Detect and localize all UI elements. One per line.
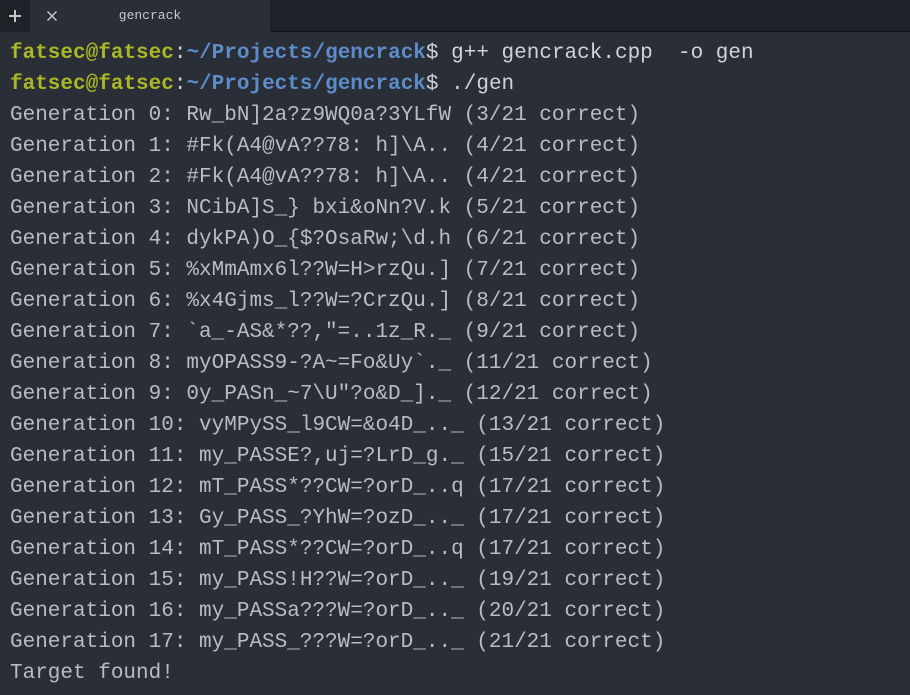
prompt-at: @ <box>86 73 99 96</box>
output-line: Generation 17: my_PASS_???W=?orD_.._ (21… <box>10 627 900 658</box>
command-text: ./gen <box>451 73 514 96</box>
output-line: Generation 1: #Fk(A4@vA??78: h]\A.. (4/2… <box>10 131 900 162</box>
prompt-at: @ <box>86 42 99 65</box>
prompt-user: fatsec <box>10 73 86 96</box>
output-line: Generation 13: Gy_PASS_?YhW=?ozD_.._ (17… <box>10 503 900 534</box>
prompt-host: fatsec <box>98 73 174 96</box>
prompt-user: fatsec <box>10 42 86 65</box>
command-text: g++ gencrack.cpp -o gen <box>451 42 753 65</box>
output-line: Generation 16: my_PASSa???W=?orD_.._ (20… <box>10 596 900 627</box>
output-line: Generation 0: Rw_bN]2a?z9WQ0a?3YLfW (3/2… <box>10 100 900 131</box>
output-line: Generation 6: %x4Gjms_l??W=?CrzQu.] (8/2… <box>10 286 900 317</box>
output-line: Generation 3: NCibA]S_} bxi&oNn?V.k (5/2… <box>10 193 900 224</box>
tab-bar: gencrack <box>0 0 910 32</box>
close-icon <box>47 11 57 21</box>
prompt-path: ~/Projects/gencrack <box>186 73 425 96</box>
prompt-path: ~/Projects/gencrack <box>186 42 425 65</box>
output-line: Generation 9: 0y_PASn_~7\U"?o&D_]._ (12/… <box>10 379 900 410</box>
terminal-content[interactable]: fatsec@fatsec:~/Projects/gencrack$ g++ g… <box>0 32 910 695</box>
output-line: Generation 2: #Fk(A4@vA??78: h]\A.. (4/2… <box>10 162 900 193</box>
output-line: Generation 8: myOPASS9-?A~=Fo&Uy`._ (11/… <box>10 348 900 379</box>
output-line: Generation 12: mT_PASS*??CW=?orD_..q (17… <box>10 472 900 503</box>
output-line: Generation 15: my_PASS!H??W=?orD_.._ (19… <box>10 565 900 596</box>
output-line: Generation 14: mT_PASS*??CW=?orD_..q (17… <box>10 534 900 565</box>
prompt-symbol: $ <box>426 42 451 65</box>
tab-title: gencrack <box>74 8 256 23</box>
prompt-host: fatsec <box>98 42 174 65</box>
prompt-line: fatsec@fatsec:~/Projects/gencrack$ g++ g… <box>10 38 900 69</box>
output-line: Generation 10: vyMPySS_l9CW=&o4D_.._ (13… <box>10 410 900 441</box>
new-tab-button[interactable] <box>0 0 30 32</box>
plus-icon <box>9 10 21 22</box>
output-line: Generation 5: %xMmAmx6l??W=H>rzQu.] (7/2… <box>10 255 900 286</box>
output-line: Target found! <box>10 658 900 689</box>
output-line: Generation 7: `a_-AS&*??,"=..1z_R._ (9/2… <box>10 317 900 348</box>
prompt-symbol: $ <box>426 73 451 96</box>
prompt-colon: : <box>174 73 187 96</box>
tab-close-button[interactable] <box>44 8 60 24</box>
output-line: Generation 4: dykPA)O_{$?OsaRw;\d.h (6/2… <box>10 224 900 255</box>
output-line: Generation 11: my_PASSE?,uj=?LrD_g._ (15… <box>10 441 900 472</box>
prompt-line: fatsec@fatsec:~/Projects/gencrack$ ./gen <box>10 69 900 100</box>
tab-active[interactable]: gencrack <box>30 0 270 32</box>
prompt-colon: : <box>174 42 187 65</box>
